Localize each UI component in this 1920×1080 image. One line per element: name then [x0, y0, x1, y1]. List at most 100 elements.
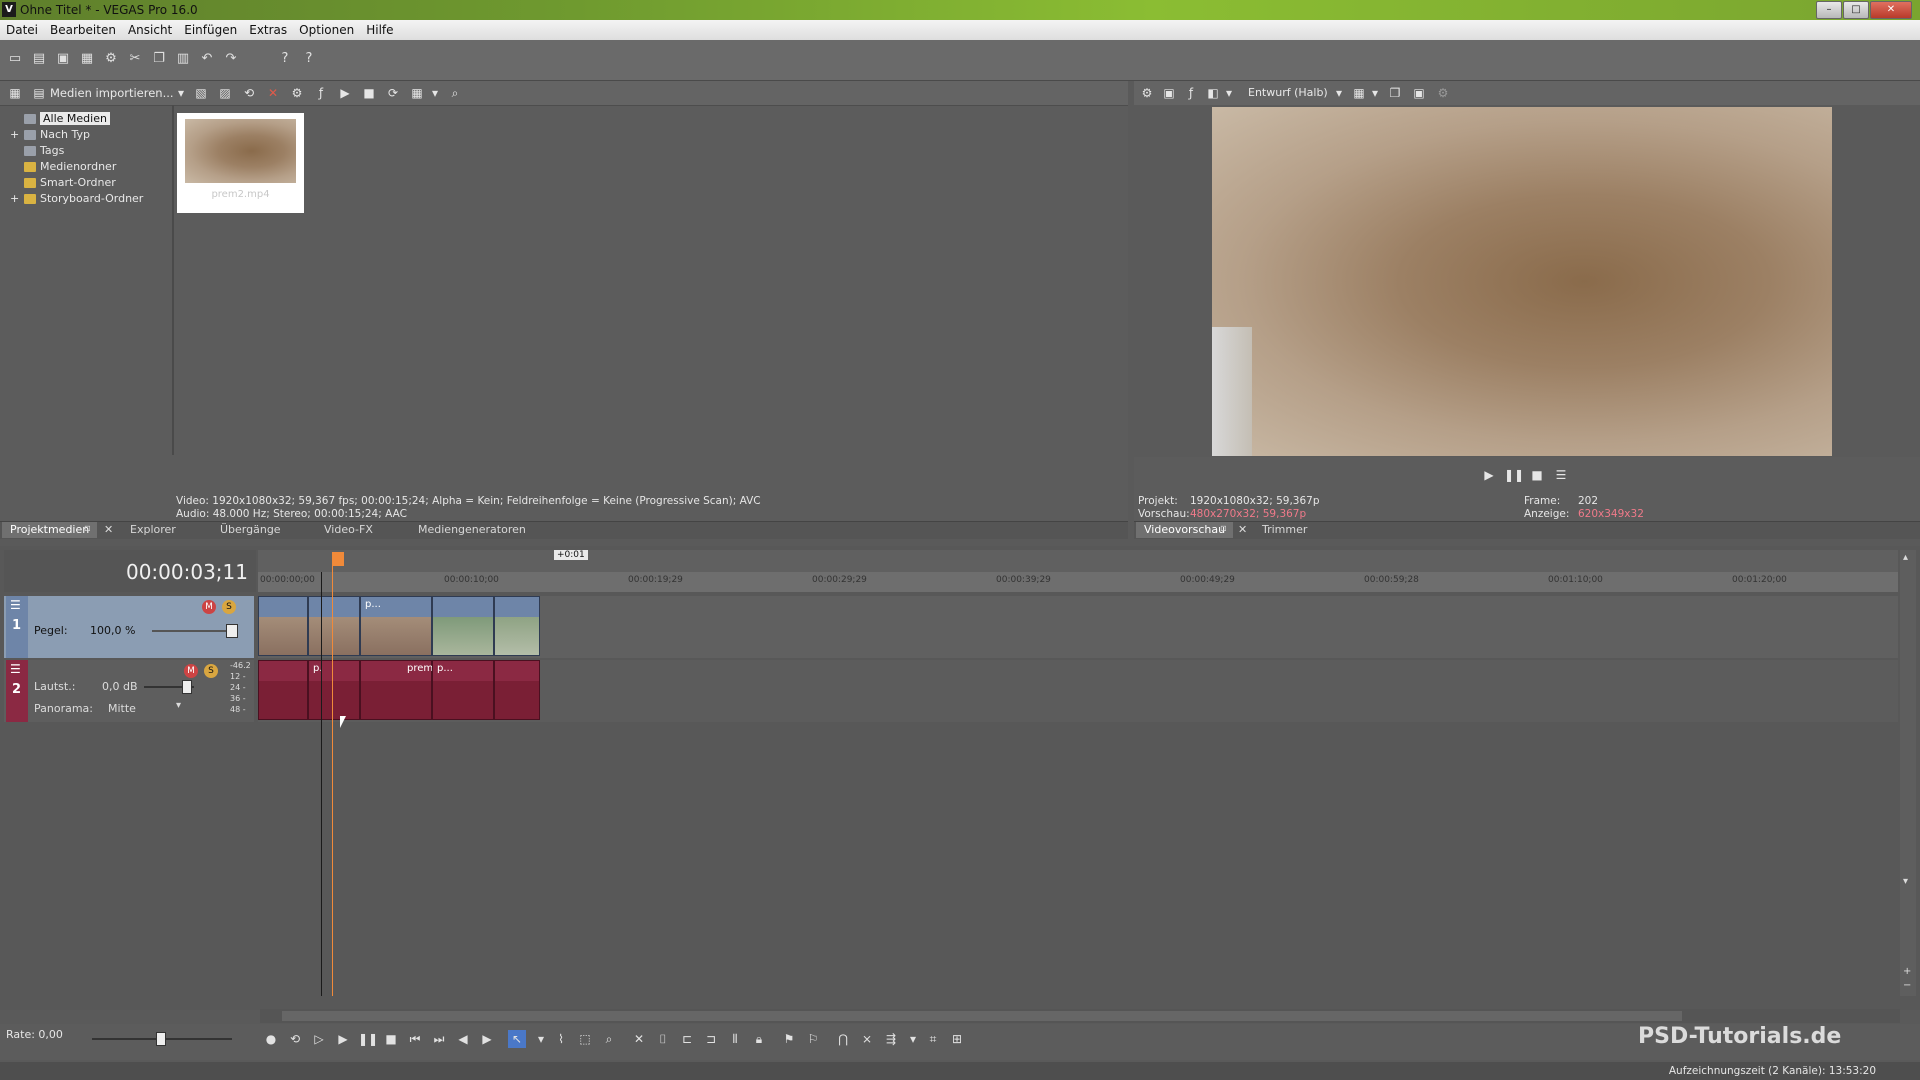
chevron-down-icon[interactable]: ▾	[904, 1030, 922, 1048]
solo-icon[interactable]: S	[222, 600, 236, 614]
zoom-out-icon[interactable]: −	[1903, 980, 1911, 991]
envelope-tool-icon[interactable]: ⌇	[552, 1030, 570, 1048]
tree-item-storyboard-ordner[interactable]: + Storyboard-Ordner	[10, 191, 170, 207]
redo-icon[interactable]: ↷	[222, 50, 240, 68]
previous-frame-icon[interactable]: ◀	[454, 1030, 472, 1048]
selection-tool-icon[interactable]: ⬚	[576, 1030, 594, 1048]
menu-icon[interactable]: ☰	[1552, 466, 1570, 484]
media-thumbnail[interactable]: prem2.mp4	[177, 113, 304, 213]
level-slider-track[interactable]	[152, 630, 232, 632]
level-slider-handle[interactable]	[226, 624, 238, 638]
copy-snapshot-icon[interactable]: ❐	[1386, 84, 1404, 102]
audio-clip[interactable]	[258, 660, 308, 720]
next-frame-icon[interactable]: ▶	[478, 1030, 496, 1048]
close-tab-icon[interactable]: ✕	[104, 523, 113, 536]
tab-mediengeneratoren[interactable]: Mediengeneratoren	[410, 522, 534, 538]
whats-this-icon[interactable]: ?	[300, 50, 318, 68]
track-menu-icon[interactable]: ☰	[10, 662, 21, 676]
scroll-thumb[interactable]	[282, 1011, 1682, 1021]
trim-icon[interactable]: ⌷	[654, 1030, 672, 1048]
menu-bearbeiten[interactable]: Bearbeiten	[44, 20, 122, 37]
tab-explorer[interactable]: Explorer	[122, 522, 184, 538]
play-icon[interactable]: ▶	[1480, 466, 1498, 484]
menu-hilfe[interactable]: Hilfe	[360, 20, 399, 37]
save-snapshot-icon[interactable]: ▣	[1410, 84, 1428, 102]
lock-envelopes-icon[interactable]: ⌗	[924, 1030, 942, 1048]
undo-icon[interactable]: ↶	[198, 50, 216, 68]
menu-einfuegen[interactable]: Einfügen	[178, 20, 243, 37]
playhead-line[interactable]	[332, 566, 333, 996]
delete-icon[interactable]: ✕	[630, 1030, 648, 1048]
remove-icon[interactable]: ✕	[264, 84, 282, 102]
dock-icon[interactable]: ▫	[84, 523, 91, 534]
import-media-label[interactable]: Medien importieren...	[50, 86, 174, 100]
get-media-icon[interactable]: ▨	[216, 84, 234, 102]
stop-icon[interactable]: ■	[382, 1030, 400, 1048]
external-monitor-icon[interactable]: ▣	[1160, 84, 1178, 102]
trim-end-icon[interactable]: ⊐	[702, 1030, 720, 1048]
loop-icon[interactable]: ⟲	[286, 1030, 304, 1048]
audio-track-header[interactable]: ☰ 2 M S Lautst.: 0,0 dB Panorama: Mitte …	[4, 660, 254, 722]
new-file-icon[interactable]: ▭	[6, 50, 24, 68]
lock-icon[interactable]: 🔒︎	[750, 1030, 768, 1048]
volume-slider-handle[interactable]	[182, 680, 192, 694]
go-to-start-icon[interactable]: ⏮	[406, 1030, 424, 1048]
menu-ansicht[interactable]: Ansicht	[122, 20, 178, 37]
video-clip[interactable]	[258, 596, 308, 656]
scroll-down-icon[interactable]: ▾	[1903, 876, 1908, 887]
stop-icon[interactable]: ■	[1528, 466, 1546, 484]
track-menu-icon[interactable]: ☰	[10, 598, 21, 612]
insert-region-icon[interactable]: ⚐	[804, 1030, 822, 1048]
play-icon[interactable]: ▶	[334, 1030, 352, 1048]
record-icon[interactable]: ●	[262, 1030, 280, 1048]
video-track-header[interactable]: ☰ 1 M S Pegel: 100,0 %	[4, 596, 254, 658]
insert-marker-icon[interactable]: ⚑	[780, 1030, 798, 1048]
views-icon[interactable]: ▦	[408, 84, 426, 102]
close-button[interactable]: ✕	[1870, 1, 1912, 19]
video-track-lane[interactable]: p...	[258, 596, 1898, 658]
play-from-start-icon[interactable]: ▷	[310, 1030, 328, 1048]
audio-track-lane[interactable]: p. prem2 p...	[258, 660, 1898, 722]
copy-icon[interactable]: ❐	[150, 50, 168, 68]
preview-quality[interactable]: Entwurf (Halb)	[1248, 86, 1328, 99]
split-icon[interactable]: ⫴	[726, 1030, 744, 1048]
chevron-down-icon[interactable]: ▾	[1330, 84, 1348, 102]
chevron-down-icon[interactable]: ▾	[172, 84, 190, 102]
cut-icon[interactable]: ✂	[126, 50, 144, 68]
audio-clip[interactable]: p.	[308, 660, 360, 720]
solo-icon[interactable]: S	[204, 664, 218, 678]
menu-datei[interactable]: Datei	[0, 20, 44, 37]
zoom-tool-icon[interactable]: ⌕	[600, 1030, 618, 1048]
video-clip[interactable]	[494, 596, 540, 656]
media-fx-icon[interactable]: ƒ	[312, 84, 330, 102]
audio-clip[interactable]: p...	[432, 660, 494, 720]
zoom-in-icon[interactable]: +	[1903, 966, 1911, 977]
mute-icon[interactable]: M	[202, 600, 216, 614]
tree-item-medienordner[interactable]: Medienordner	[10, 159, 170, 175]
tree-item-smart-ordner[interactable]: Smart-Ordner	[10, 175, 170, 191]
video-fx-icon[interactable]: ƒ	[1182, 84, 1200, 102]
close-tab-icon[interactable]: ✕	[1238, 523, 1247, 536]
chevron-down-icon[interactable]: ▾	[1220, 84, 1238, 102]
search-icon[interactable]: ⌕	[446, 84, 464, 102]
timeline-horizontal-scrollbar[interactable]	[260, 1009, 1900, 1023]
chevron-down-icon[interactable]: ▾	[532, 1030, 550, 1048]
import-icon[interactable]: ▤	[30, 84, 48, 102]
edit-cursor[interactable]	[321, 572, 322, 996]
go-to-end-icon[interactable]: ⏭	[430, 1030, 448, 1048]
play-icon[interactable]: ▶	[336, 84, 354, 102]
normal-edit-tool-icon[interactable]: ↖	[508, 1030, 526, 1048]
preview-properties-gear-icon[interactable]: ⚙	[1138, 84, 1156, 102]
trim-start-icon[interactable]: ⊏	[678, 1030, 696, 1048]
tab-trimmer[interactable]: Trimmer	[1254, 522, 1315, 538]
tree-item-nach-typ[interactable]: + Nach Typ	[10, 127, 170, 143]
tab-projektmedien[interactable]: Projektmedien	[2, 522, 98, 538]
pause-icon[interactable]: ❚❚	[1504, 466, 1524, 484]
minimize-button[interactable]: –	[1816, 1, 1842, 19]
chevron-down-icon[interactable]: ▾	[426, 84, 444, 102]
dock-icon[interactable]: ▫	[1220, 523, 1227, 534]
audio-clip[interactable]	[494, 660, 540, 720]
video-clip[interactable]	[308, 596, 360, 656]
help-icon[interactable]: ?	[276, 50, 294, 68]
snapping-icon[interactable]: ⋂	[834, 1030, 852, 1048]
